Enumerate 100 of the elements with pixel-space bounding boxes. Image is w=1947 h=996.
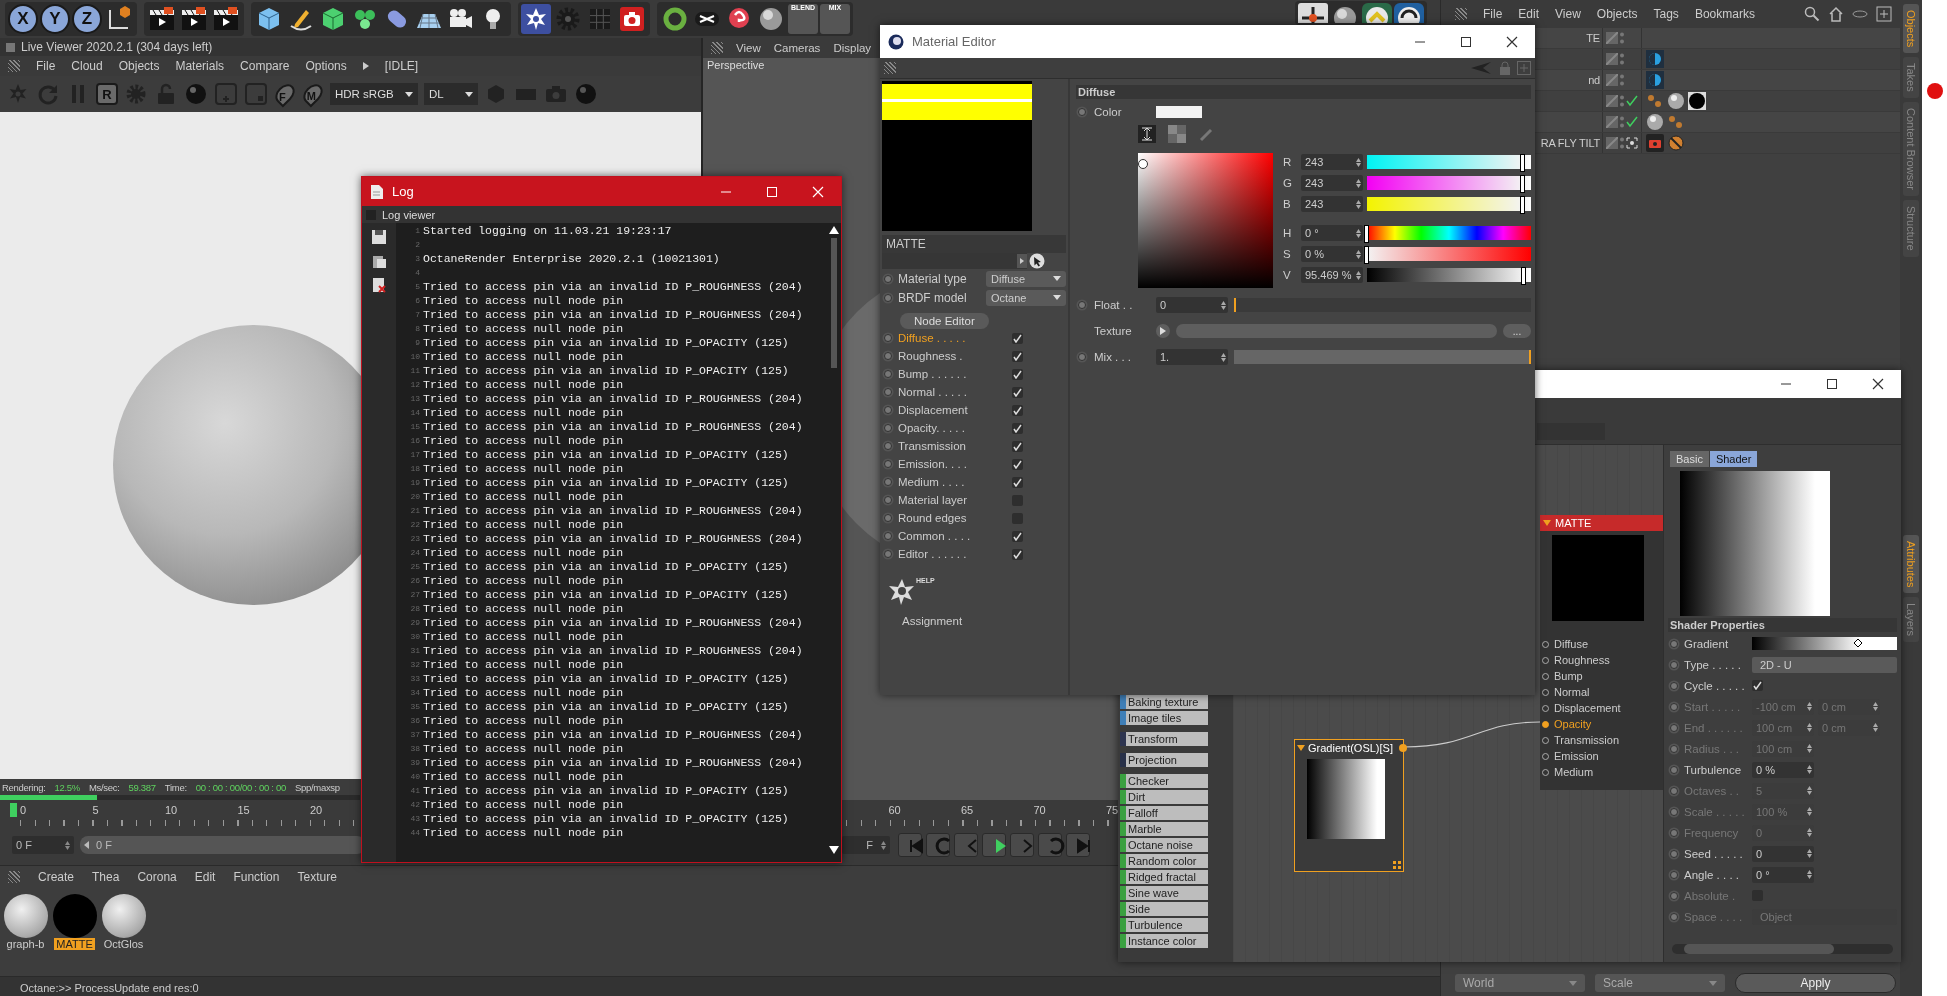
add-panel-icon[interactable] <box>1876 6 1892 22</box>
node-list-item[interactable]: Dirt <box>1120 790 1208 804</box>
material-swatch[interactable] <box>101 894 146 938</box>
value-slider[interactable] <box>1234 298 1531 312</box>
node-list-item[interactable]: Baking texture <box>1120 695 1208 709</box>
channel-item[interactable]: Common . . . . <box>898 530 1008 542</box>
keyframe-radio-icon[interactable] <box>882 494 894 506</box>
dropdown[interactable]: Diffuse <box>986 270 1066 287</box>
link-field[interactable] <box>882 253 1027 269</box>
expand-arrow-icon[interactable] <box>362 62 369 70</box>
menu-item[interactable]: File <box>36 59 56 73</box>
number-field[interactable]: 0 <box>1752 845 1814 862</box>
menu-item[interactable]: View <box>736 42 761 54</box>
checkbox[interactable] <box>1012 530 1023 542</box>
keyframe-radio-icon[interactable] <box>882 512 894 524</box>
dial-icon[interactable] <box>1394 3 1424 23</box>
checkbox[interactable] <box>1012 548 1023 560</box>
material-tag-icon[interactable] <box>1688 92 1706 110</box>
checkbox[interactable] <box>1012 476 1023 488</box>
visibility-dots-icon[interactable] <box>1620 32 1624 44</box>
keyframe-radio-icon[interactable] <box>1076 299 1088 311</box>
keyframe-radio-icon[interactable] <box>882 350 894 362</box>
keyframe-radio-icon[interactable] <box>1668 679 1680 692</box>
dropdown[interactable]: Octane <box>986 289 1066 306</box>
keyframe-radio-icon[interactable] <box>882 476 894 488</box>
menu-item[interactable]: Compare <box>240 59 290 73</box>
color-slider[interactable] <box>1367 226 1531 240</box>
menu-item[interactable]: Materials <box>175 59 225 73</box>
arrow-up-icon[interactable] <box>1362 3 1392 23</box>
caret-icon[interactable] <box>465 91 473 97</box>
keyframe-radio-icon[interactable] <box>1076 351 1088 363</box>
pin-label[interactable]: Normal <box>1554 686 1590 698</box>
menu-item[interactable]: Edit <box>194 870 216 884</box>
color-slider[interactable] <box>1367 155 1531 169</box>
previous-key-button[interactable] <box>926 833 950 857</box>
output-pin-icon[interactable] <box>1399 744 1407 752</box>
node-editor-button[interactable]: Node Editor <box>900 313 989 329</box>
keyframe-radio-icon[interactable] <box>882 404 894 416</box>
visibility-dots-icon[interactable] <box>1620 53 1624 65</box>
material-name[interactable]: MATTE <box>54 938 95 950</box>
channel-item[interactable]: Round edges <box>898 512 1008 524</box>
cursor-icon[interactable] <box>1029 253 1045 269</box>
object-name[interactable]: TE <box>1586 32 1600 44</box>
node-list-item[interactable]: Instance color <box>1120 934 1208 948</box>
channel-item[interactable]: Transmission <box>898 440 1008 452</box>
keyframe-radio-icon[interactable] <box>882 291 894 304</box>
checkbox[interactable] <box>1012 350 1023 362</box>
channel-item[interactable]: Bump . . . . . . <box>898 368 1008 380</box>
tab[interactable]: Shader <box>1709 451 1758 467</box>
spinner-icon[interactable] <box>1807 849 1812 858</box>
number-field[interactable]: 0 % <box>1301 246 1363 262</box>
visibility-dots-icon[interactable] <box>1620 116 1624 128</box>
spinner-icon[interactable] <box>1221 300 1226 310</box>
apply-button[interactable]: Apply <box>1735 973 1896 993</box>
spinner-icon[interactable] <box>65 840 70 850</box>
side-tab[interactable]: Attributes <box>1903 534 1919 594</box>
next-key-button[interactable] <box>1038 833 1062 857</box>
material-name[interactable]: graph-b <box>4 938 47 950</box>
channel-item[interactable]: Material layer <box>898 494 1008 506</box>
slider-thumb[interactable] <box>1520 175 1526 193</box>
color-mode-icon[interactable] <box>1138 125 1156 143</box>
node-list-item[interactable]: Side <box>1120 902 1208 916</box>
arrow-right-icon[interactable] <box>1017 254 1027 268</box>
menu-item[interactable]: Corona <box>137 870 177 884</box>
tab[interactable]: Basic <box>1670 451 1709 467</box>
number-field[interactable]: 0 ° <box>1752 866 1814 883</box>
pin-label[interactable]: Medium <box>1554 766 1594 778</box>
caret-icon[interactable] <box>1053 295 1061 300</box>
number-field[interactable]: 95.469 % <box>1301 267 1363 283</box>
frame-field[interactable]: 0 F <box>12 836 74 854</box>
gradient-knob-icon[interactable] <box>1853 639 1862 647</box>
menu-item[interactable]: Edit <box>1518 7 1540 21</box>
menu-item[interactable]: Cameras <box>773 42 821 54</box>
keyframe-radio-icon[interactable] <box>882 332 894 344</box>
keyframe-radio-icon[interactable] <box>1668 658 1680 671</box>
close-icon[interactable] <box>1872 378 1884 390</box>
axis-lock-button[interactable]: Y <box>40 4 70 34</box>
keyframe-radio-icon[interactable] <box>1668 763 1680 776</box>
material-tag-icon[interactable] <box>1667 92 1685 110</box>
keyframe-radio-icon[interactable] <box>882 440 894 452</box>
last-frame-button[interactable] <box>1066 833 1090 857</box>
slider-thumb[interactable] <box>1520 267 1526 285</box>
number-field[interactable]: 0 % <box>1752 761 1814 778</box>
side-tab[interactable]: Objects <box>1903 4 1919 54</box>
node-list-item[interactable]: Falloff <box>1120 806 1208 820</box>
object-name[interactable]: RA FLY TILT <box>1540 137 1600 149</box>
spinner-icon[interactable] <box>1356 199 1361 209</box>
frame-field[interactable]: F <box>842 836 890 854</box>
color-slider[interactable] <box>1367 176 1531 190</box>
menu-item[interactable]: Options <box>305 59 347 73</box>
node-list-item[interactable]: Transform <box>1120 732 1208 746</box>
keyframe-radio-icon[interactable] <box>882 458 894 470</box>
axis-lock-button[interactable]: X <box>8 4 38 34</box>
keyframe-radio-icon[interactable] <box>882 272 894 285</box>
collapse-icon[interactable] <box>1297 744 1305 751</box>
channel-item[interactable]: Diffuse . . . . . <box>898 332 1008 344</box>
assignment-label[interactable]: Assignment <box>882 615 1066 627</box>
slider-thumb[interactable] <box>1364 246 1369 264</box>
menu-item[interactable]: Thea <box>92 870 120 884</box>
swirl-icon[interactable] <box>521 4 551 34</box>
